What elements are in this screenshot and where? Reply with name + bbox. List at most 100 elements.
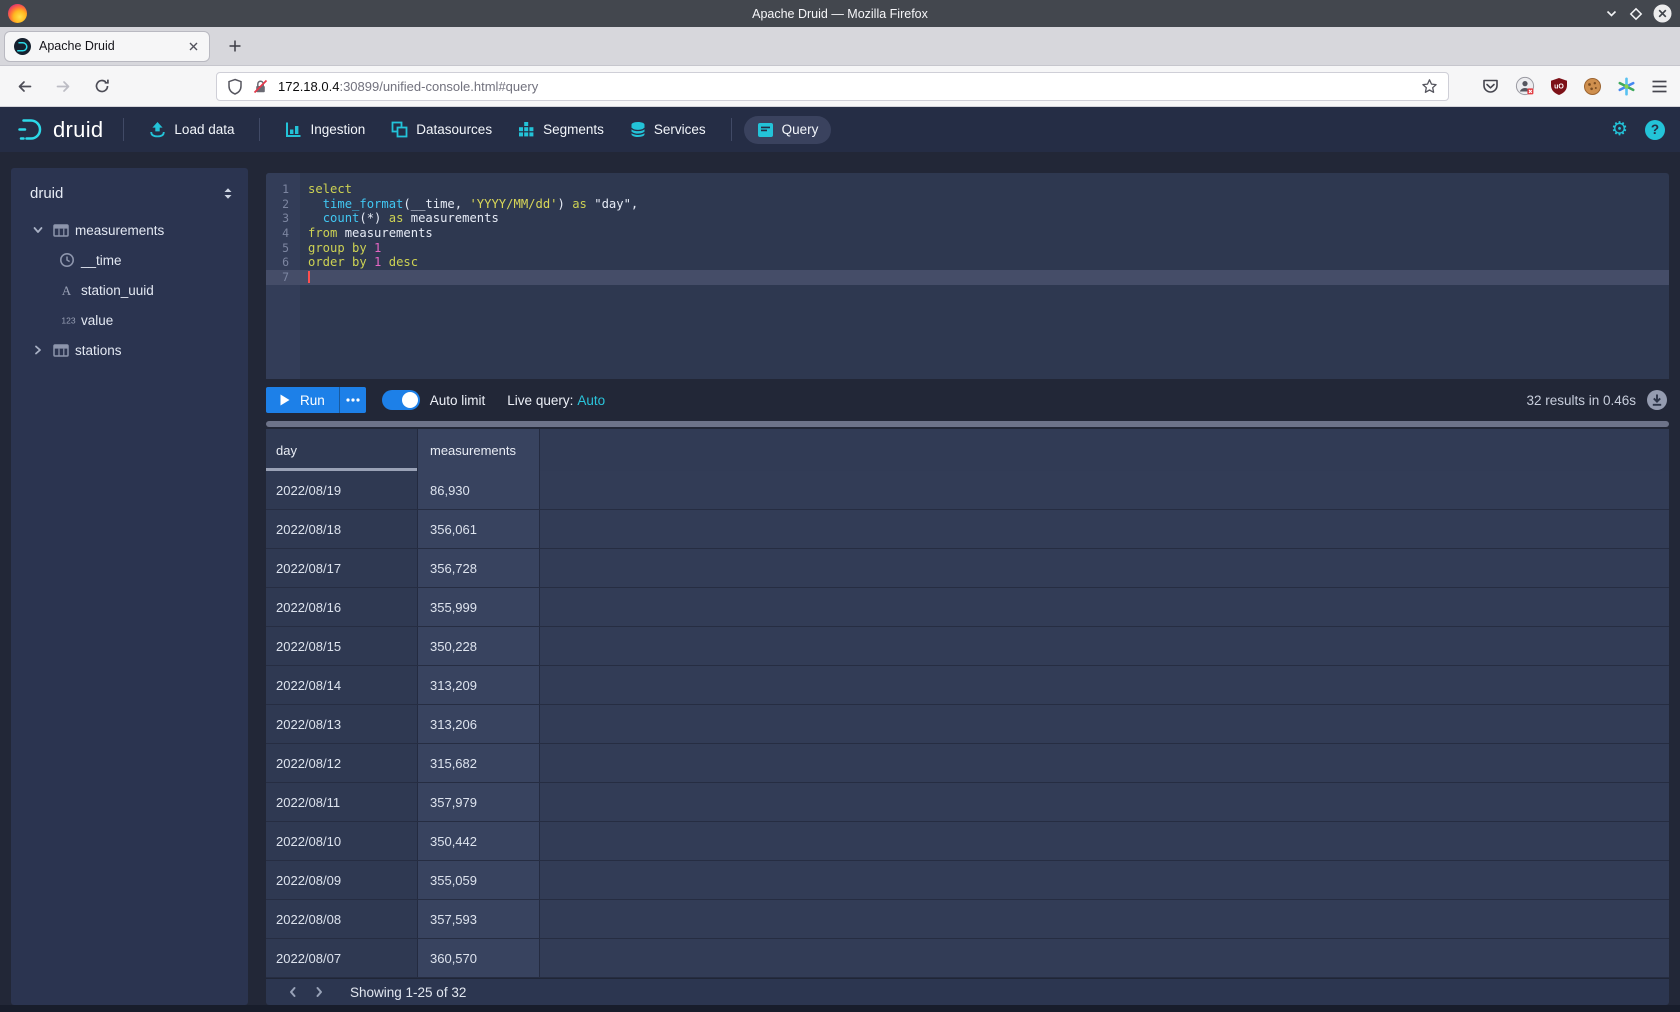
navbar-divider <box>123 118 124 141</box>
code-line: from measurements <box>300 226 1669 241</box>
row-filler <box>540 705 1669 743</box>
results-table: daymeasurements 2022/08/1986,9302022/08/… <box>266 429 1669 1005</box>
tree-item-measurements[interactable]: measurements <box>11 215 248 245</box>
cell-measurements[interactable]: 315,682 <box>418 744 540 782</box>
download-icon[interactable] <box>1646 389 1668 411</box>
page-next-icon[interactable] <box>306 985 332 999</box>
live-query-value[interactable]: Auto <box>577 393 605 408</box>
browser-tab[interactable]: Apache Druid <box>4 31 210 62</box>
tab-bar: Apache Druid <box>0 27 1680 66</box>
column-header-measurements[interactable]: measurements <box>418 429 540 471</box>
tree-item-stations[interactable]: stations <box>11 335 248 365</box>
result-summary: 32 results in 0.46s <box>1526 393 1636 408</box>
bookmark-star-icon[interactable] <box>1421 78 1438 95</box>
cell-day[interactable]: 2022/08/12 <box>266 744 418 782</box>
cell-day[interactable]: 2022/08/14 <box>266 666 418 704</box>
table-row: 2022/08/16355,999 <box>266 588 1669 627</box>
cell-measurements[interactable]: 355,059 <box>418 861 540 899</box>
pocket-icon[interactable] <box>1481 77 1500 96</box>
table-row: 2022/08/18356,061 <box>266 510 1669 549</box>
reload-icon[interactable] <box>94 78 110 94</box>
account-icon[interactable] <box>1515 76 1535 96</box>
menu-icon[interactable] <box>1651 79 1668 94</box>
ublock-icon[interactable]: uO <box>1550 77 1568 96</box>
cell-day[interactable]: 2022/08/08 <box>266 900 418 938</box>
gutter-line: 1 <box>266 182 300 197</box>
chevron-right-icon[interactable] <box>11 343 53 357</box>
cell-measurements[interactable]: 86,930 <box>418 471 540 509</box>
tree-item-time[interactable]: __time <box>11 245 248 275</box>
run-button[interactable]: Run <box>266 387 339 413</box>
new-tab-button[interactable] <box>221 32 249 60</box>
auto-limit-toggle[interactable] <box>382 390 420 410</box>
cell-day[interactable]: 2022/08/09 <box>266 861 418 899</box>
run-more-button[interactable] <box>339 387 366 413</box>
query-editor[interactable]: 1234567 select time_format(__time, 'YYYY… <box>266 173 1669 379</box>
row-filler <box>540 510 1669 548</box>
nav-item-datasources[interactable]: Datasources <box>378 115 505 144</box>
auto-limit-label: Auto limit <box>430 393 486 408</box>
cell-day[interactable]: 2022/08/19 <box>266 471 418 509</box>
druid-brand-text: druid <box>53 117 103 143</box>
cell-day[interactable]: 2022/08/15 <box>266 627 418 665</box>
minimize-icon[interactable] <box>1604 6 1619 21</box>
nav-item-label: Load data <box>174 122 234 137</box>
row-filler <box>540 549 1669 587</box>
tree-item-station_uuid[interactable]: Astation_uuid <box>11 275 248 305</box>
column-header-day[interactable]: day <box>266 429 418 471</box>
cell-measurements[interactable]: 313,206 <box>418 705 540 743</box>
cookie-icon[interactable] <box>1583 77 1602 96</box>
cell-measurements[interactable]: 356,061 <box>418 510 540 548</box>
table-row: 2022/08/09355,059 <box>266 861 1669 900</box>
cell-day[interactable]: 2022/08/07 <box>266 939 418 977</box>
svg-text:uO: uO <box>1554 83 1564 90</box>
cell-measurements[interactable]: 356,728 <box>418 549 540 587</box>
maximize-icon[interactable] <box>1629 7 1643 21</box>
cell-measurements[interactable]: 313,209 <box>418 666 540 704</box>
table-row: 2022/08/14313,209 <box>266 666 1669 705</box>
cell-day[interactable]: 2022/08/11 <box>266 783 418 821</box>
cell-measurements[interactable]: 355,999 <box>418 588 540 626</box>
nav-item-ingestion[interactable]: Ingestion <box>272 115 378 144</box>
cell-day[interactable]: 2022/08/17 <box>266 549 418 587</box>
row-filler <box>540 783 1669 821</box>
cell-measurements[interactable]: 360,570 <box>418 939 540 977</box>
results-horizontal-scrollbar[interactable] <box>266 421 1669 427</box>
lock-slash-icon[interactable] <box>252 78 269 95</box>
cell-measurements[interactable]: 350,442 <box>418 822 540 860</box>
row-filler <box>540 666 1669 704</box>
forward-icon[interactable] <box>55 78 72 95</box>
settings-gear-icon[interactable]: ⚙ <box>1611 120 1628 139</box>
row-filler <box>540 744 1669 782</box>
chevron-down-icon[interactable] <box>11 223 53 237</box>
shield-icon[interactable] <box>227 78 243 95</box>
pagination-status: Showing 1-25 of 32 <box>350 985 466 1000</box>
cell-measurements[interactable]: 357,593 <box>418 900 540 938</box>
nav-item-load-data[interactable]: Load data <box>136 115 247 144</box>
cell-measurements[interactable]: 350,228 <box>418 627 540 665</box>
druid-brand[interactable]: druid <box>15 116 103 143</box>
asterisk-icon[interactable] <box>1617 77 1636 96</box>
help-icon[interactable]: ? <box>1645 120 1665 140</box>
nav-item-segments[interactable]: Segments <box>505 115 617 144</box>
cell-day[interactable]: 2022/08/18 <box>266 510 418 548</box>
cell-measurements[interactable]: 357,979 <box>418 783 540 821</box>
navbar-divider <box>731 118 732 141</box>
editor-code[interactable]: select time_format(__time, 'YYYY/MM/dd')… <box>300 173 1669 379</box>
url-bar[interactable]: 172.18.0.4:30899/unified-console.html#qu… <box>216 72 1449 101</box>
cell-day[interactable]: 2022/08/13 <box>266 705 418 743</box>
nav-item-services[interactable]: Services <box>617 115 719 144</box>
back-icon[interactable] <box>16 78 33 95</box>
druid-logo-icon <box>15 116 46 143</box>
svg-text:A: A <box>62 283 72 298</box>
sort-icon[interactable] <box>221 186 235 201</box>
tab-close-icon[interactable] <box>187 40 200 53</box>
page-prev-icon[interactable] <box>280 985 306 999</box>
nav-item-query[interactable]: Query <box>744 116 832 144</box>
tree-item-value[interactable]: 123value <box>11 305 248 335</box>
close-icon[interactable] <box>1653 4 1672 23</box>
table-row: 2022/08/08357,593 <box>266 900 1669 939</box>
cell-day[interactable]: 2022/08/16 <box>266 588 418 626</box>
cell-day[interactable]: 2022/08/10 <box>266 822 418 860</box>
navbar-divider <box>259 118 260 141</box>
